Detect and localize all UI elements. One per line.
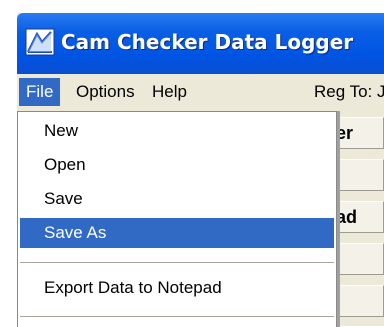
menu-item-open[interactable]: Open xyxy=(20,150,334,180)
menu-separator xyxy=(20,316,334,317)
registration-label: Reg To: Ji xyxy=(314,82,384,101)
menu-item-export-notepad[interactable]: Export Data to Notepad xyxy=(20,273,334,303)
menu-file[interactable]: File xyxy=(19,78,61,106)
window-title: Cam Checker Data Logger xyxy=(61,30,354,54)
menu-item-new[interactable]: New xyxy=(20,116,334,146)
menu-separator xyxy=(20,262,334,263)
menu-help[interactable]: Help xyxy=(145,78,194,106)
menu-item-save-as[interactable]: Save As xyxy=(20,218,334,248)
app-logo-icon xyxy=(25,28,55,56)
title-bar[interactable]: Cam Checker Data Logger xyxy=(17,13,384,74)
menu-item-save[interactable]: Save xyxy=(20,184,334,214)
menu-bar: File Options Help Reg To: Ji xyxy=(17,74,384,112)
file-menu-dropdown: New Open Save Save As Export Data to Not… xyxy=(17,111,337,327)
menu-options[interactable]: Options xyxy=(69,78,142,106)
